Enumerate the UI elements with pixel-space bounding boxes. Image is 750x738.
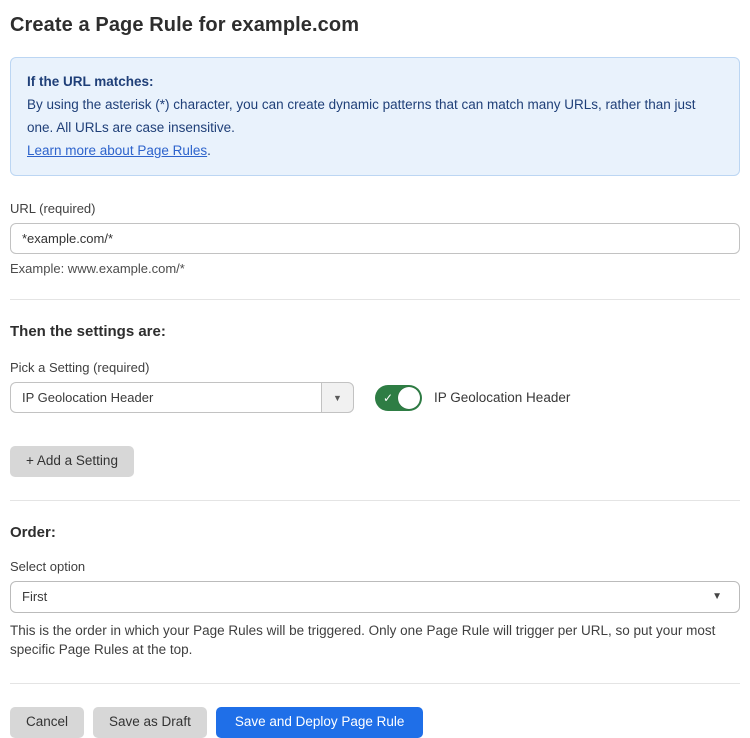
chevron-down-icon: ▼ [333,393,342,403]
cancel-button[interactable]: Cancel [10,707,84,738]
divider [10,683,740,684]
setting-dropdown[interactable]: IP Geolocation Header ▼ [10,382,354,413]
link-suffix: . [207,143,211,158]
url-example-helper: Example: www.example.com/* [10,261,740,276]
order-section-heading: Order: [10,524,740,541]
order-select-value: First [22,589,47,604]
url-input[interactable] [10,223,740,254]
setting-picker-label: Pick a Setting (required) [10,360,740,375]
divider [10,500,740,501]
check-icon: ✓ [383,392,393,404]
save-draft-button[interactable]: Save as Draft [93,707,207,738]
toggle-knob [398,387,420,409]
order-select-label: Select option [10,559,740,574]
setting-dropdown-button[interactable]: ▼ [321,382,354,413]
footer-actions: Cancel Save as Draft Save and Deploy Pag… [10,707,740,738]
add-setting-wrap: + Add a Setting [10,446,740,477]
info-box-body: By using the asterisk (*) character, you… [27,93,723,139]
setting-dropdown-value[interactable]: IP Geolocation Header [10,382,321,413]
order-helper-text: This is the order in which your Page Rul… [10,621,734,660]
setting-row: IP Geolocation Header ▼ ✓ IP Geolocation… [10,382,740,413]
divider [10,299,740,300]
learn-more-link[interactable]: Learn more about Page Rules [27,143,207,158]
ip-geolocation-toggle[interactable]: ✓ [375,385,422,411]
chevron-down-icon: ▼ [712,591,722,602]
page-title: Create a Page Rule for example.com [10,14,740,37]
info-box-link-line: Learn more about Page Rules. [27,139,723,162]
add-setting-button[interactable]: + Add a Setting [10,446,134,477]
url-field-label: URL (required) [10,201,740,216]
toggle-label: IP Geolocation Header [434,390,570,405]
info-box-heading: If the URL matches: [27,70,723,93]
url-match-info-box: If the URL matches: By using the asteris… [10,57,740,176]
order-select[interactable]: First ▼ [10,581,740,613]
save-deploy-button[interactable]: Save and Deploy Page Rule [216,707,424,738]
settings-section-heading: Then the settings are: [10,323,740,340]
